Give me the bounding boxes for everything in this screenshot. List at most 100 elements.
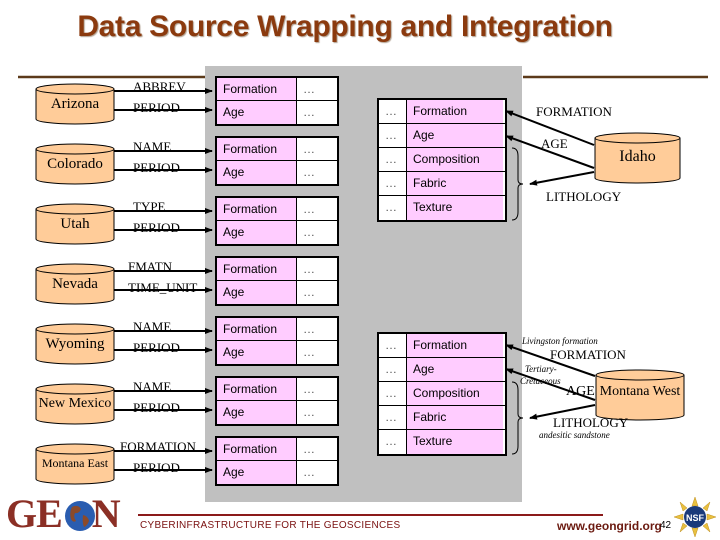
table-cell-value: …	[379, 124, 407, 147]
wrapper-table: Formation… Age…	[215, 76, 339, 126]
source-name: Colorado	[47, 156, 103, 172]
wrapper-table: Formation… Age…	[215, 136, 339, 186]
table-cell-attribute: Formation	[407, 100, 503, 123]
table-cell-attribute: Formation	[407, 334, 503, 357]
table-cell-value: …	[379, 148, 407, 171]
table-cell-attribute: Age	[217, 401, 297, 424]
table-row: Age…	[217, 221, 337, 244]
source-name: Nevada	[52, 276, 98, 292]
table-cell-value: …	[297, 101, 335, 124]
table-row: Age…	[217, 401, 337, 424]
table-cell-value: …	[297, 461, 335, 484]
table-cell-value: …	[379, 358, 407, 381]
slide: Data Source Wrapping and Integration Ari…	[0, 0, 720, 540]
footer-tagline: CYBERINFRASTRUCTURE FOR THE GEOSCIENCES	[140, 520, 401, 531]
table-row: Age…	[217, 101, 337, 124]
wrapper-table: Formation… Age…	[215, 436, 339, 486]
table-row: Formation…	[217, 138, 337, 161]
table-cell-value: …	[379, 100, 407, 123]
field-label: NAME	[133, 139, 172, 154]
field-label: TIME_UNIT	[128, 280, 198, 295]
table-cell-attribute: Formation	[217, 438, 297, 460]
table-row: Age…	[217, 281, 337, 304]
table-cell-attribute: Formation	[217, 258, 297, 280]
mapping-label: LITHOLOGY	[546, 189, 622, 204]
table-cell-attribute: Composition	[407, 148, 503, 171]
field-label: PERIOD	[133, 400, 180, 415]
table-cell-value: …	[297, 341, 335, 364]
source-name: Wyoming	[45, 336, 105, 352]
table-cell-value: …	[297, 258, 335, 280]
mapping-label: FORMATION	[550, 347, 626, 362]
table-cell-value: …	[379, 172, 407, 195]
wrapper-table: Formation… Age…	[215, 316, 339, 366]
table-row: Age…	[217, 341, 337, 364]
table-cell-attribute: Formation	[217, 318, 297, 340]
table-cell-value: …	[379, 196, 407, 220]
table-cell-value: …	[297, 221, 335, 244]
mapping-label: FORMATION	[536, 104, 612, 119]
table-row: … Composition	[379, 148, 505, 172]
table-cell-attribute: Age	[217, 101, 297, 124]
field-label: NAME	[133, 319, 172, 334]
example-value: Livingston formation	[522, 336, 598, 346]
table-row: Formation…	[217, 378, 337, 401]
source-name: Montana West	[599, 384, 681, 399]
field-label: PERIOD	[133, 220, 180, 235]
footer-url[interactable]: www.geongrid.org	[557, 519, 662, 533]
table-cell-attribute: Formation	[217, 198, 297, 220]
integrated-table: … Formation… Age… Composition… Fabric… Textur…	[377, 332, 507, 456]
mapping-label: AGE	[541, 136, 568, 151]
table-cell-value: …	[379, 430, 407, 454]
table-row: … Composition	[379, 382, 505, 406]
table-cell-attribute: Age	[217, 221, 297, 244]
example-value: Cretaceous	[520, 376, 561, 386]
nsf-logo-icon: NSF	[673, 496, 717, 538]
table-row: Formation…	[217, 318, 337, 341]
table-cell-attribute: Texture	[407, 430, 503, 454]
source-name: Montana East	[41, 456, 109, 470]
wrapper-table: Formation… Age…	[215, 376, 339, 426]
table-row: … Formation	[379, 334, 505, 358]
table-cell-value: …	[297, 438, 335, 460]
mapping-label: LITHOLOGY	[553, 415, 629, 430]
table-cell-value: …	[297, 78, 335, 100]
table-cell-attribute: Age	[217, 461, 297, 484]
table-row: … Fabric	[379, 172, 505, 196]
wrapper-table: Formation… Age…	[215, 196, 339, 246]
field-label: FORMATION	[120, 439, 196, 454]
example-value: Tertiary-	[525, 364, 557, 374]
field-label: NAME	[133, 379, 172, 394]
source-name: Utah	[60, 216, 90, 232]
table-cell-attribute: Texture	[407, 196, 503, 220]
table-row: … Fabric	[379, 406, 505, 430]
table-row: Formation…	[217, 78, 337, 101]
table-cell-attribute: Fabric	[407, 406, 503, 429]
example-value: andesitic sandstone	[539, 430, 610, 440]
table-cell-attribute: Formation	[217, 138, 297, 160]
field-label: TYPE	[133, 199, 166, 214]
table-row: Formation…	[217, 438, 337, 461]
field-label: PERIOD	[133, 160, 180, 175]
table-row: … Age	[379, 124, 505, 148]
table-cell-value: …	[379, 334, 407, 357]
field-label: PERIOD	[133, 340, 180, 355]
table-cell-attribute: Age	[217, 281, 297, 304]
mapping-label: AGE	[566, 384, 595, 399]
lithology-brace	[511, 147, 524, 221]
table-cell-value: …	[297, 281, 335, 304]
table-cell-attribute: Formation	[217, 378, 297, 400]
table-cell-attribute: Fabric	[407, 172, 503, 195]
table-cell-value: …	[297, 138, 335, 160]
table-row: … Formation	[379, 100, 505, 124]
integrated-table: … Formation… Age… Composition… Fabric… Textur…	[377, 98, 507, 222]
globe-icon	[65, 501, 95, 531]
table-cell-value: …	[297, 161, 335, 184]
field-label: FMATN	[128, 259, 173, 274]
table-cell-attribute: Age	[217, 341, 297, 364]
table-cell-value: …	[297, 318, 335, 340]
table-row: Formation…	[217, 258, 337, 281]
table-row: … Age	[379, 358, 505, 382]
table-row: Age…	[217, 161, 337, 184]
field-label: PERIOD	[133, 460, 180, 475]
